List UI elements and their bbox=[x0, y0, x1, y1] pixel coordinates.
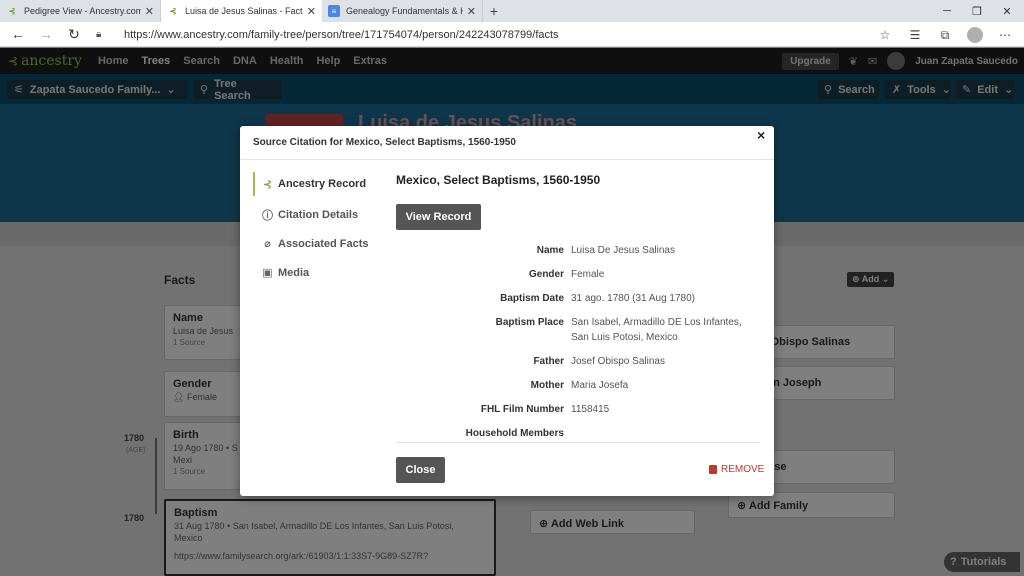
tab-title: Luisa de Jesus Salinas - Facts bbox=[185, 6, 303, 16]
forward-icon[interactable]: → bbox=[32, 22, 60, 47]
field-value: Josef Obispo Salinas bbox=[571, 356, 665, 367]
sidebar-item-label: Associated Facts bbox=[278, 237, 369, 250]
record-row-father: Father Josef Obispo Salinas bbox=[396, 354, 760, 369]
field-label: Gender bbox=[528, 269, 564, 280]
field-label: Baptism Place bbox=[495, 317, 564, 328]
field-label: Household Members bbox=[465, 428, 564, 439]
field-value: Maria Josefa bbox=[571, 380, 629, 391]
sidebar-item-associated-facts[interactable]: ⌀ Associated Facts bbox=[253, 229, 383, 258]
ancestry-leaf-icon: ⊰ bbox=[8, 5, 16, 16]
back-icon[interactable]: ← bbox=[4, 22, 32, 47]
browser-tabstrip: ⊰ Pedigree View - Ancestry.com ✕ ⊰ Luisa… bbox=[0, 0, 1024, 22]
field-value: 1158415 bbox=[571, 404, 610, 415]
remove-label: REMOVE bbox=[721, 464, 765, 475]
browser-tab-pedigree[interactable]: ⊰ Pedigree View - Ancestry.com ✕ bbox=[0, 0, 161, 22]
field-value: 31 ago. 1780 (31 Aug 1780) bbox=[571, 293, 695, 304]
close-icon[interactable]: × bbox=[757, 127, 765, 143]
url-text: https://www.ancestry.com/family-tree/per… bbox=[124, 28, 559, 41]
close-icon[interactable]: ✕ bbox=[145, 5, 154, 18]
view-record-button[interactable]: View Record bbox=[396, 204, 481, 230]
record-row-household: Household Members bbox=[396, 426, 760, 441]
sidebar-item-label: Ancestry Record bbox=[278, 178, 367, 190]
remove-button[interactable]: REMOVE bbox=[709, 464, 764, 475]
field-label: Baptism Date bbox=[500, 293, 564, 304]
sidebar-item-label: Citation Details bbox=[278, 208, 359, 221]
address-bar: ← → ↻ 🔒︎ https://www.ancestry.com/family… bbox=[0, 22, 1024, 47]
profile-icon[interactable] bbox=[967, 27, 983, 43]
field-value: Luisa De Jesus Salinas bbox=[571, 245, 675, 256]
sidebar-item-label: Media bbox=[278, 266, 310, 279]
record-row-fhl-film: FHL Film Number 1158415 bbox=[396, 402, 760, 417]
field-label: Name bbox=[536, 245, 564, 256]
record-row-baptism-date: Baptism Date 31 ago. 1780 (31 Aug 1780) bbox=[396, 291, 760, 306]
browser-tab-genealogy[interactable]: ≡ Genealogy Fundamentals & How ✕ bbox=[322, 0, 483, 22]
minimize-icon[interactable]: ─ bbox=[930, 0, 964, 22]
browser-tab-facts[interactable]: ⊰ Luisa de Jesus Salinas - Facts ✕ bbox=[161, 0, 322, 22]
more-icon[interactable]: ⋯ bbox=[992, 24, 1018, 46]
modal-header: Source Citation for Mexico, Select Bapti… bbox=[240, 126, 774, 160]
modal-divider bbox=[396, 442, 760, 443]
new-tab-icon[interactable]: + bbox=[483, 0, 505, 22]
lock-icon: 🔒︎ bbox=[96, 29, 102, 40]
photo-icon: ▣ bbox=[262, 267, 273, 279]
sidebar-item-ancestry-record[interactable]: ⊰ Ancestry Record bbox=[253, 172, 383, 196]
close-button[interactable]: Close bbox=[396, 457, 445, 483]
window-close-icon[interactable]: ✕ bbox=[990, 0, 1024, 22]
docs-icon: ≡ bbox=[328, 5, 340, 17]
paperclip-icon: ⌀ bbox=[264, 238, 271, 250]
field-value: San Isabel, Armadillo DE Los Infantes, S… bbox=[571, 317, 742, 343]
record-row-gender: Gender Female bbox=[396, 267, 760, 282]
source-citation-modal: Source Citation for Mexico, Select Bapti… bbox=[240, 126, 774, 496]
tab-title: Genealogy Fundamentals & How bbox=[346, 6, 463, 16]
favorites-icon[interactable]: ☰ bbox=[902, 24, 928, 46]
record-row-mother: Mother Maria Josefa bbox=[396, 378, 760, 393]
info-icon: ⓘ bbox=[262, 209, 273, 222]
record-fields: Name Luisa De Jesus Salinas Gender Femal… bbox=[396, 243, 760, 450]
close-icon[interactable]: ✕ bbox=[467, 5, 476, 18]
field-label: Father bbox=[533, 356, 564, 367]
modal-sidebar: ⊰ Ancestry Record ⓘ Citation Details ⌀ A… bbox=[253, 172, 383, 287]
sidebar-item-citation-details[interactable]: ⓘ Citation Details bbox=[253, 200, 383, 229]
maximize-icon[interactable]: ❐ bbox=[960, 0, 994, 22]
record-panel: Mexico, Select Baptisms, 1560-1950 View … bbox=[396, 173, 760, 439]
url-field[interactable]: 🔒︎ https://www.ancestry.com/family-tree/… bbox=[96, 25, 906, 44]
field-label: FHL Film Number bbox=[480, 404, 564, 415]
modal-title: Source Citation for Mexico, Select Bapti… bbox=[253, 137, 516, 148]
field-value bbox=[571, 426, 760, 441]
field-label: Mother bbox=[530, 380, 564, 391]
trash-icon bbox=[709, 465, 717, 474]
record-row-name: Name Luisa De Jesus Salinas bbox=[396, 243, 760, 258]
refresh-icon[interactable]: ↻ bbox=[60, 22, 88, 47]
close-icon[interactable]: ✕ bbox=[307, 5, 316, 18]
record-row-baptism-place: Baptism Place San Isabel, Armadillo DE L… bbox=[396, 315, 760, 345]
sidebar-item-media[interactable]: ▣ Media bbox=[253, 258, 383, 287]
record-title: Mexico, Select Baptisms, 1560-1950 bbox=[396, 173, 601, 187]
star-icon[interactable]: ☆ bbox=[872, 24, 898, 46]
ancestry-leaf-icon: ⊰ bbox=[262, 178, 273, 191]
ancestry-leaf-icon: ⊰ bbox=[169, 5, 177, 16]
tab-title: Pedigree View - Ancestry.com bbox=[24, 6, 141, 16]
field-value: Female bbox=[571, 269, 605, 280]
collections-icon[interactable]: ⧉ bbox=[932, 24, 958, 46]
